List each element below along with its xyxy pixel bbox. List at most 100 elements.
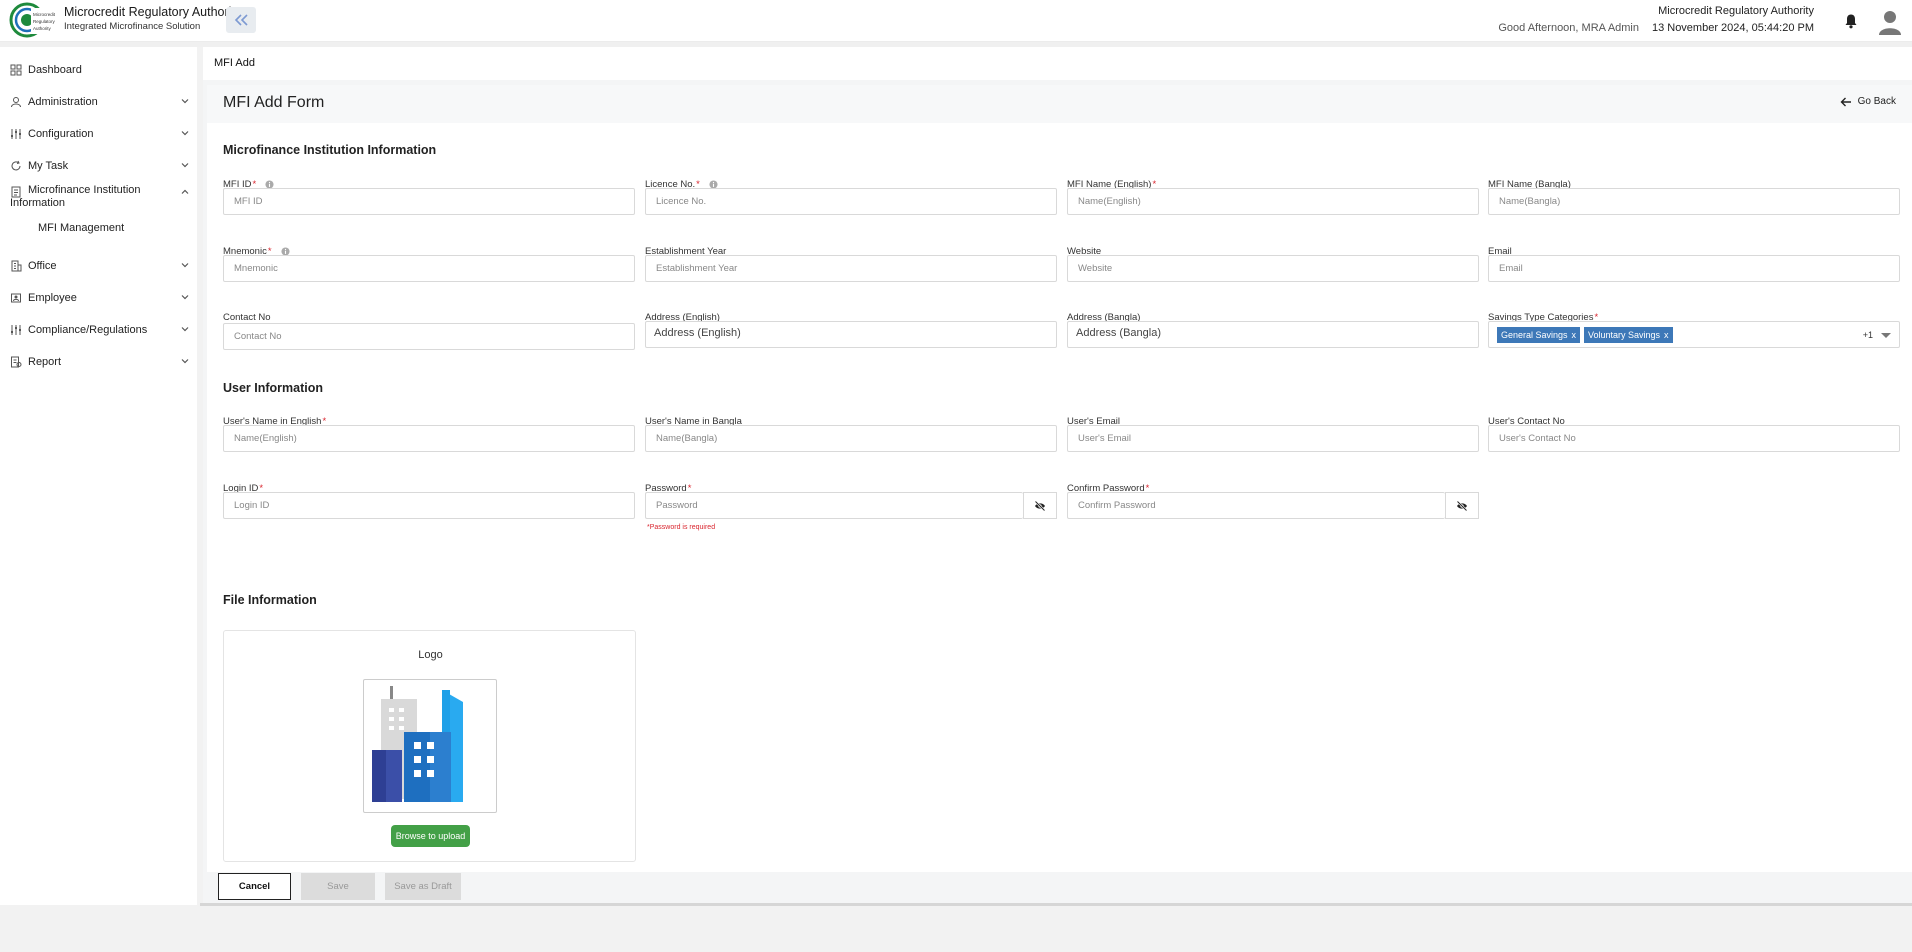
logo-preview — [363, 679, 497, 813]
footer-divider — [200, 903, 1912, 906]
address-bangla-input[interactable] — [1067, 321, 1479, 348]
sidebar-item-label: Administration — [28, 96, 98, 108]
sidebar-item-administration[interactable]: Administration — [10, 91, 190, 113]
save-button[interactable]: Save — [301, 873, 375, 900]
address-bangla-field: Address (Bangla) — [1067, 311, 1479, 348]
more-count-badge: +1 — [1862, 330, 1873, 340]
contact-no-input[interactable] — [223, 323, 635, 350]
logo-upload-box: Logo Browse to upload — [223, 630, 636, 862]
go-back-button[interactable]: Go Back — [1840, 96, 1896, 107]
eye-slash-icon — [1456, 500, 1468, 511]
chevron-down-icon — [181, 131, 189, 136]
avatar-icon[interactable] — [1878, 9, 1902, 35]
mnemonic-input[interactable] — [223, 255, 635, 282]
chip-label: General Savings — [1501, 330, 1568, 340]
user-name-bangla-field: User's Name in Bangla — [645, 415, 1057, 452]
sidebar-item-label: Configuration — [28, 128, 94, 140]
main-content: MFI Add MFI Add Form Go Back Microfinanc… — [203, 47, 1912, 905]
sidebar: Dashboard Administration Configuration M… — [0, 47, 197, 905]
caret-down-icon[interactable] — [1881, 333, 1891, 338]
toggle-password-visibility-button[interactable] — [1023, 492, 1057, 519]
confirm-password-field: Confirm Password * — [1067, 482, 1479, 519]
user-email-field: User's Email — [1067, 415, 1479, 452]
savings-type-multiselect[interactable]: General Savings x Voluntary Savings x +1 — [1488, 321, 1900, 348]
refresh-icon — [11, 160, 21, 171]
employee-icon — [11, 293, 21, 303]
chip-voluntary-savings[interactable]: Voluntary Savings x — [1584, 327, 1673, 343]
bell-icon[interactable] — [1843, 13, 1859, 29]
arrow-left-icon — [1840, 97, 1851, 106]
section-title-user: User Information — [223, 381, 324, 395]
mra-logo: Microcredit Regulatory Authority — [9, 2, 57, 38]
page-title: MFI Add Form — [223, 94, 325, 111]
users-icon — [11, 97, 21, 108]
form-header: MFI Add Form Go Back — [207, 85, 1912, 123]
sidebar-item-my-task[interactable]: My Task — [10, 155, 190, 177]
eye-slash-icon — [1034, 500, 1046, 511]
browse-upload-button[interactable]: Browse to upload — [391, 825, 470, 847]
user-name-english-field: User's Name in English * — [223, 415, 635, 452]
sidebar-item-employee[interactable]: Employee — [10, 287, 190, 309]
upload-title: Logo — [418, 649, 443, 661]
user-email-input[interactable] — [1067, 425, 1479, 452]
login-id-input[interactable] — [223, 492, 635, 519]
svg-text:Regulatory: Regulatory — [33, 19, 56, 24]
savings-type-field: Savings Type Categories * General Savings… — [1488, 311, 1900, 348]
confirm-password-input[interactable] — [1067, 492, 1445, 519]
svg-text:Authority: Authority — [33, 26, 52, 31]
sidebar-sub-item-mfi-management[interactable]: MFI Management — [38, 222, 124, 234]
email-field: Email — [1488, 245, 1900, 282]
chevron-down-icon — [181, 359, 189, 364]
chip-remove-icon[interactable]: x — [1572, 330, 1577, 340]
datetime: 13 November 2024, 05:44:20 PM — [1651, 22, 1814, 34]
chevron-down-icon — [181, 295, 189, 300]
mfi-name-english-field: MFI Name (English) * — [1067, 178, 1479, 215]
sliders-icon — [11, 325, 21, 335]
user-name-bangla-input[interactable] — [645, 425, 1057, 452]
sliders-icon — [11, 129, 21, 139]
user-contact-field: User's Contact No — [1488, 415, 1900, 452]
sidebar-item-dashboard[interactable]: Dashboard — [10, 59, 190, 81]
section-title-file: File Information — [223, 593, 317, 607]
user-name-english-input[interactable] — [223, 425, 635, 452]
save-as-draft-button[interactable]: Save as Draft — [385, 873, 461, 900]
establishment-year-input[interactable] — [645, 255, 1057, 282]
sidebar-collapse-button[interactable] — [226, 7, 256, 33]
svg-text:Microcredit: Microcredit — [33, 12, 56, 17]
mfi-name-bangla-input[interactable] — [1488, 188, 1900, 215]
chip-general-savings[interactable]: General Savings x — [1497, 327, 1581, 343]
sidebar-item-label: My Task — [28, 160, 69, 172]
licence-no-input[interactable] — [645, 188, 1057, 215]
sidebar-item-office[interactable]: Office — [10, 255, 190, 277]
sidebar-item-configuration[interactable]: Configuration — [10, 123, 190, 145]
chevron-down-icon — [181, 99, 189, 104]
cancel-button[interactable]: Cancel — [218, 873, 291, 900]
greeting-text: Good Afternoon, MRA Admin — [1498, 22, 1639, 34]
password-input[interactable] — [645, 492, 1023, 519]
org-name: Microcredit Regulatory Authority — [1658, 5, 1814, 17]
address-english-input[interactable] — [645, 321, 1057, 348]
toggle-confirm-password-visibility-button[interactable] — [1445, 492, 1479, 519]
field-label: Contact No — [223, 311, 271, 323]
chip-remove-icon[interactable]: x — [1664, 330, 1669, 340]
password-input-group — [645, 492, 1057, 519]
sidebar-item-compliance[interactable]: Compliance/Regulations — [10, 319, 190, 341]
sidebar-item-label: Report — [28, 356, 62, 368]
mfi-name-english-input[interactable] — [1067, 188, 1479, 215]
mfi-id-input[interactable] — [223, 188, 635, 215]
email-input[interactable] — [1488, 255, 1900, 282]
mfi-add-form: MFI Add Form Go Back Microfinance Instit… — [207, 85, 1912, 872]
brand-subtitle: Integrated Microfinance Solution — [64, 21, 201, 32]
user-contact-input[interactable] — [1488, 425, 1900, 452]
login-id-field: Login ID * — [223, 482, 635, 519]
building-icon — [11, 260, 22, 272]
website-input[interactable] — [1067, 255, 1479, 282]
breadcrumb-bar: MFI Add — [203, 47, 1912, 80]
chip-label: Voluntary Savings — [1588, 330, 1661, 340]
contact-no-field: Contact No — [223, 311, 635, 350]
top-bar: Microcredit Regulatory Authority Microcr… — [0, 0, 1912, 42]
password-field: Password * *Password is required — [645, 482, 1057, 531]
sidebar-item-mfi-information[interactable]: Microfinance Institution Information — [10, 182, 190, 216]
sidebar-item-report[interactable]: Report — [10, 351, 190, 373]
chevron-down-icon — [181, 327, 189, 332]
